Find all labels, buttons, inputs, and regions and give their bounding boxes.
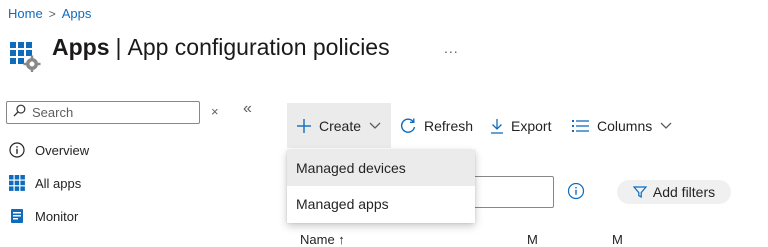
column-header-name[interactable]: Name ↑ [300, 232, 345, 247]
more-options-button[interactable]: ... [444, 40, 459, 56]
close-icon[interactable]: × [211, 104, 219, 119]
page-title-bold: Apps [52, 34, 110, 60]
sidebar-item-label: Monitor [35, 208, 79, 224]
columns-label: Columns [597, 117, 653, 134]
download-icon [490, 118, 504, 134]
export-label: Export [511, 117, 552, 134]
breadcrumb-separator: > [48, 6, 56, 21]
export-button[interactable]: Export [490, 103, 551, 148]
search-icon [13, 104, 26, 122]
page-title-separator: | [115, 34, 122, 60]
info-circle-icon [8, 141, 26, 159]
create-label: Create [319, 117, 362, 134]
breadcrumb-apps-link[interactable]: Apps [62, 6, 92, 21]
sidebar-item-label: Overview [35, 142, 90, 158]
breadcrumb-home-link[interactable]: Home [8, 6, 43, 21]
sidebar-item-label: All apps [35, 175, 82, 191]
refresh-button[interactable]: Refresh [399, 103, 473, 148]
create-dropdown-menu: Managed devices Managed apps [287, 150, 475, 223]
refresh-icon [399, 117, 417, 135]
sidebar-item-monitor[interactable]: Monitor [8, 205, 78, 227]
info-icon[interactable] [567, 182, 585, 205]
chevron-down-icon [369, 122, 381, 130]
sidebar-item-overview[interactable]: Overview [8, 139, 89, 161]
plus-icon [296, 118, 312, 134]
column-header-m1[interactable]: M [527, 232, 538, 247]
breadcrumb: Home > Apps [8, 6, 91, 21]
chevron-down-icon [660, 122, 672, 130]
sidebar-item-all-apps[interactable]: All apps [8, 172, 81, 194]
apps-gear-icon [10, 40, 42, 72]
menu-item-managed-apps[interactable]: Managed apps [287, 186, 475, 222]
refresh-label: Refresh [424, 117, 474, 134]
collapse-sidebar-icon[interactable]: « [243, 100, 252, 118]
sidebar-search-box[interactable] [6, 101, 200, 124]
search-input[interactable] [30, 104, 194, 121]
page-title: Apps | App configuration policies [52, 34, 390, 61]
page-title-rest: App configuration policies [127, 34, 390, 60]
add-filters-label: Add filters [652, 184, 716, 200]
column-header-m2[interactable]: M [612, 232, 623, 247]
columns-list-icon [572, 119, 590, 133]
create-button[interactable]: Create [287, 103, 391, 148]
monitor-icon [8, 207, 26, 225]
columns-button[interactable]: Columns [572, 103, 672, 148]
menu-item-managed-devices[interactable]: Managed devices [287, 150, 475, 186]
filter-icon [632, 185, 647, 199]
grid-icon [8, 174, 26, 192]
add-filters-button[interactable]: Add filters [617, 180, 731, 204]
